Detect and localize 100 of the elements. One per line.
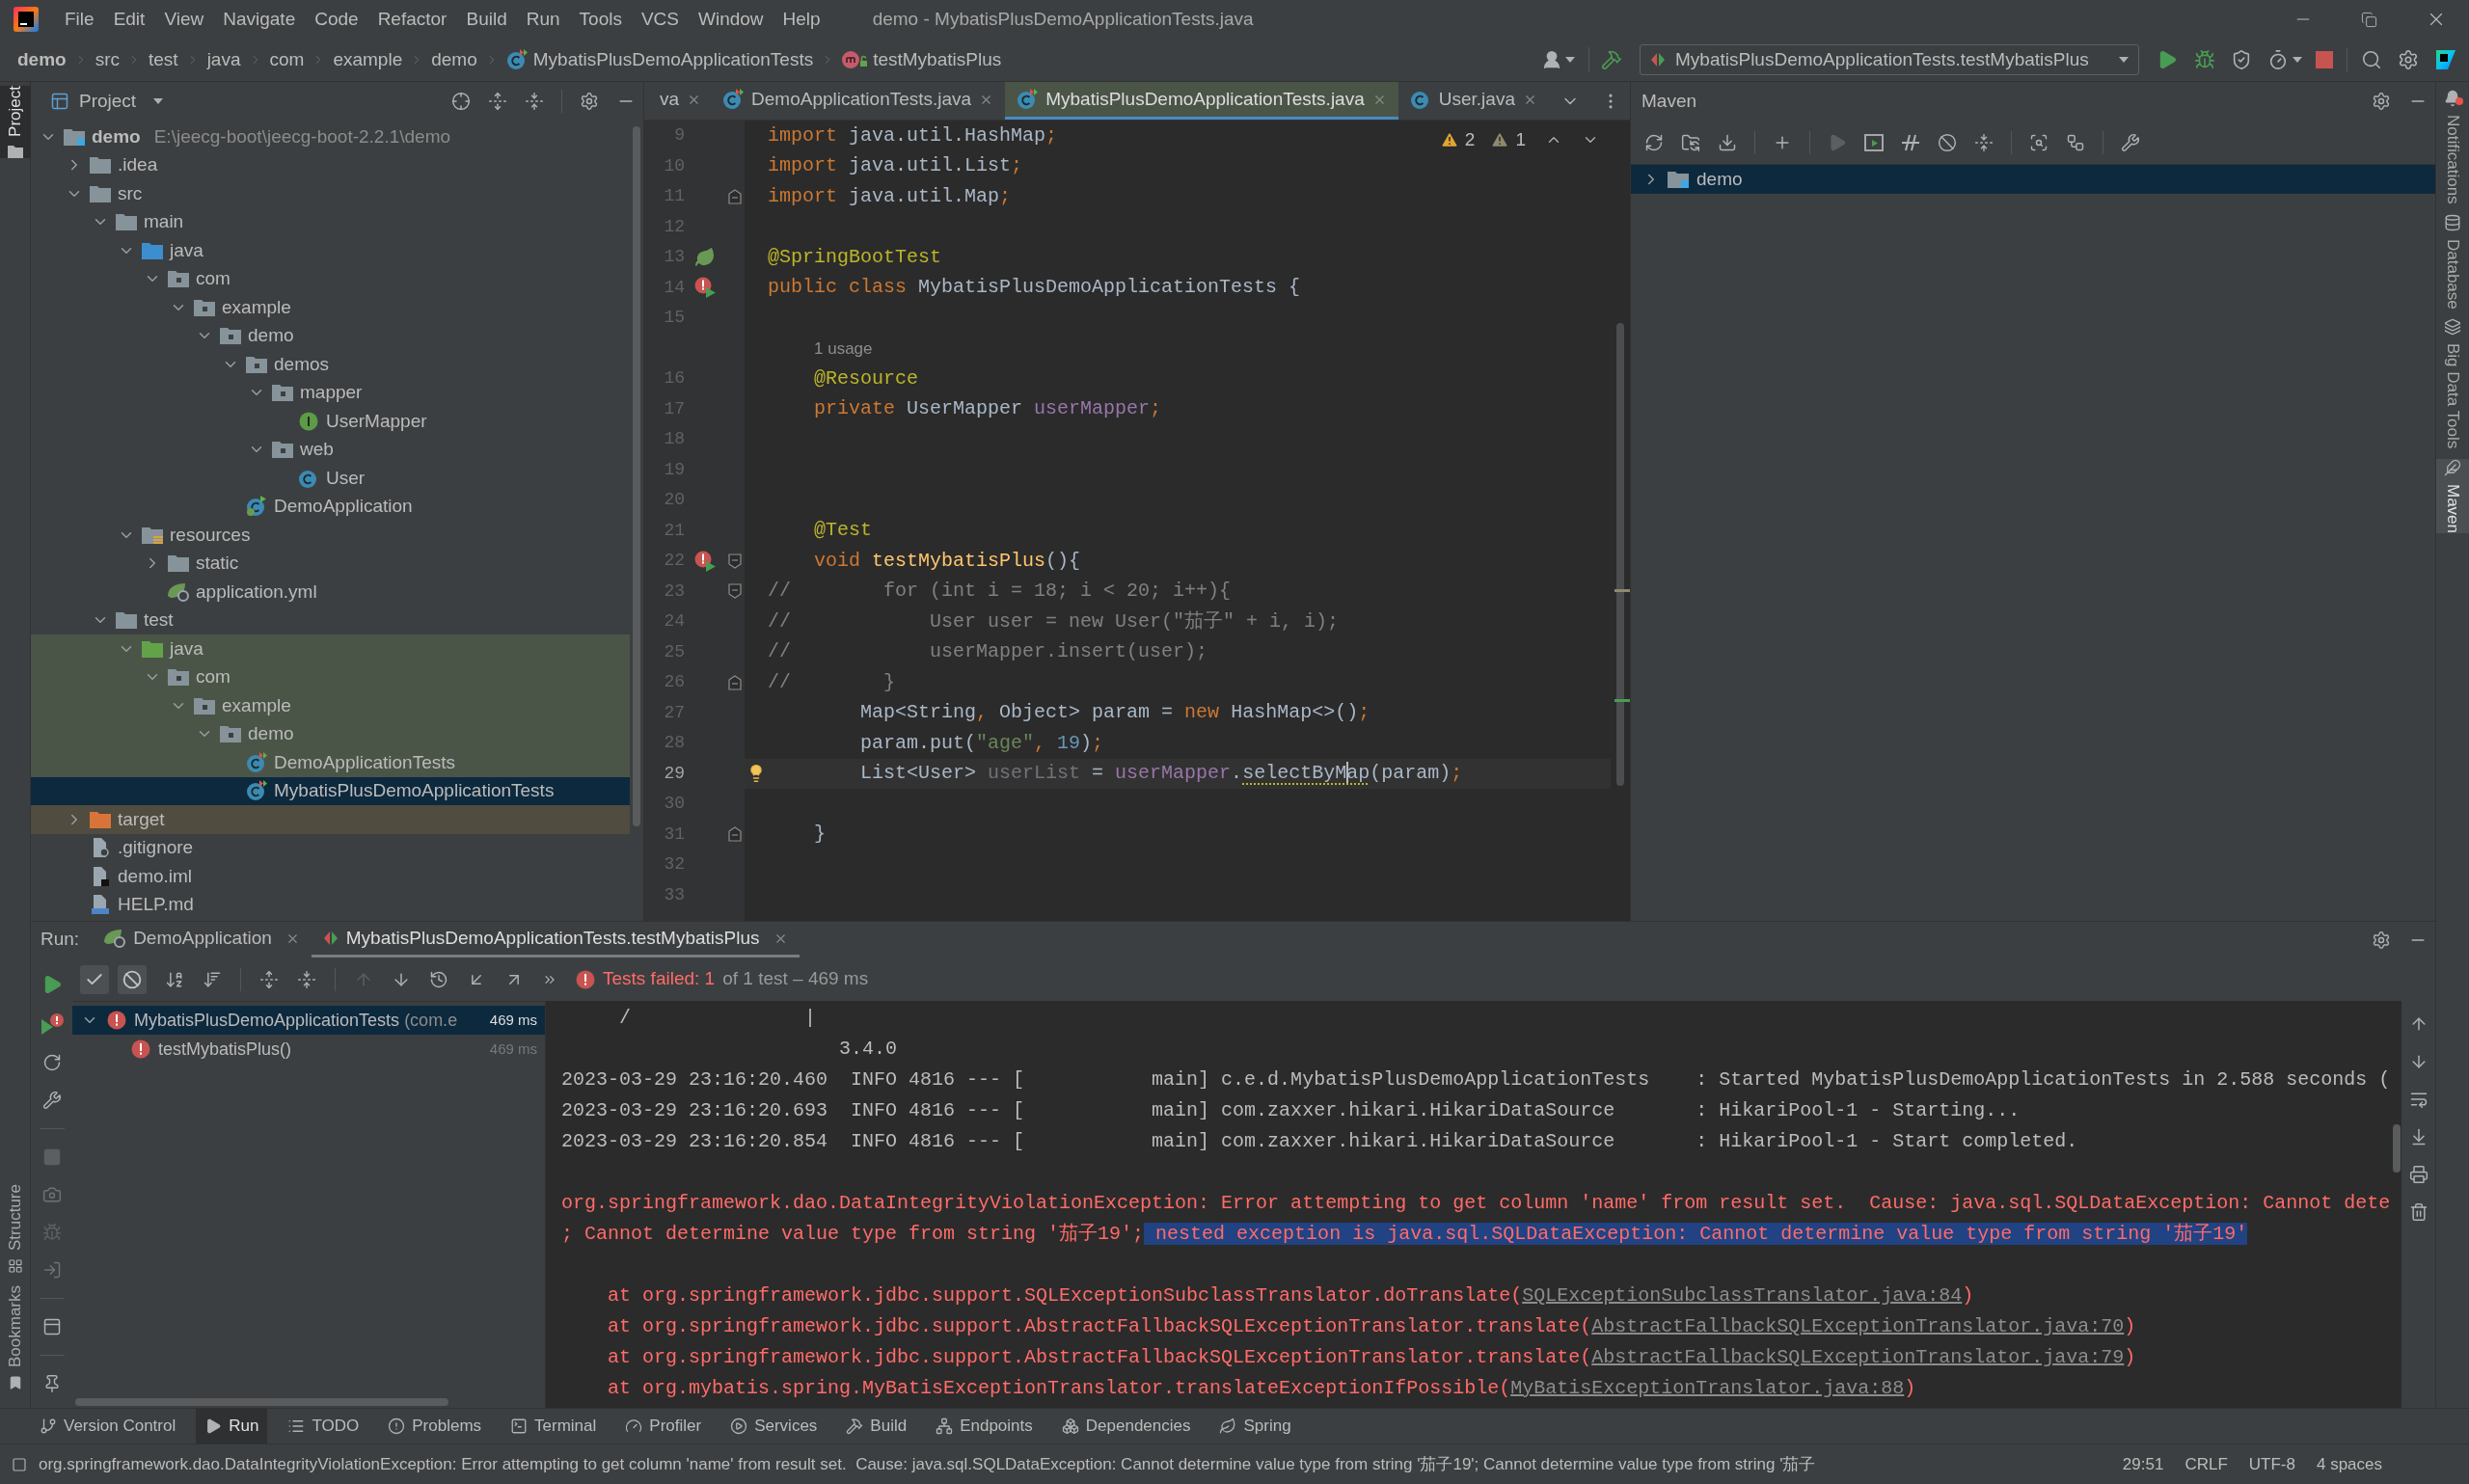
fold-marker-icon[interactable] [728, 674, 742, 690]
tree-item[interactable]: .idea [31, 150, 630, 179]
breadcrumb[interactable]: test [149, 45, 178, 74]
collapse-all-icon[interactable] [297, 969, 316, 989]
tree-item[interactable]: application.yml [31, 578, 630, 607]
tree-item[interactable]: java [31, 236, 630, 265]
tree-item[interactable]: test [31, 606, 630, 634]
source-link[interactable]: AbstractFallbackSQLExceptionTranslator.java:79 [1591, 1346, 2125, 1368]
tree-item[interactable]: web [31, 435, 630, 464]
breadcrumb[interactable]: demo [431, 45, 477, 74]
expand-all-icon[interactable] [488, 92, 507, 111]
run-error-icon[interactable] [694, 277, 716, 299]
tool-window-tab[interactable]: Services [721, 1409, 827, 1444]
reload-icon[interactable] [1644, 132, 1664, 152]
settings-icon[interactable] [2372, 930, 2391, 950]
tree-item[interactable]: DemoApplicationTests [31, 748, 630, 777]
debug-icon[interactable] [2194, 49, 2215, 70]
tool-window-tab[interactable]: Maven [2436, 458, 2469, 533]
source-link[interactable]: AbstractFallbackSQLExceptionTranslator.java:70 [1591, 1315, 2125, 1337]
line-separator[interactable]: CRLF [2184, 1451, 2228, 1477]
usage-hint[interactable]: 1 usage [814, 336, 873, 361]
layout-icon[interactable] [41, 1317, 62, 1336]
tool-window-tab[interactable]: Build [837, 1409, 916, 1444]
tree-item[interactable]: UserMapper [31, 407, 630, 436]
tree-item[interactable]: com [31, 662, 630, 691]
source-link[interactable]: MyBatisExceptionTranslator.java:88 [1510, 1377, 1905, 1399]
play-icon[interactable] [204, 1417, 223, 1435]
menu-item[interactable]: Build [456, 0, 517, 39]
user-icon[interactable] [1541, 49, 1562, 70]
alert-circle-icon[interactable] [388, 1417, 406, 1435]
tree-item[interactable]: static [31, 549, 630, 578]
tool-window-tab[interactable]: Run [196, 1409, 268, 1444]
tree-item[interactable]: demos [31, 350, 630, 379]
tree-item[interactable]: MybatisPlusDemoApplicationTests [31, 776, 630, 805]
settings-icon[interactable] [580, 92, 599, 111]
layers-icon[interactable] [2444, 318, 2461, 337]
play-error-icon[interactable] [40, 1013, 64, 1035]
tool-window-tab[interactable]: Structure [0, 1184, 31, 1274]
timer-icon[interactable] [2267, 49, 2289, 70]
magnifier-icon[interactable] [2029, 132, 2048, 152]
expand-all-icon[interactable] [259, 969, 279, 989]
database-icon[interactable] [2444, 213, 2461, 231]
tree-item[interactable]: src [31, 179, 630, 208]
wrap-text-icon[interactable] [2408, 1090, 2428, 1109]
window-play-icon[interactable] [1864, 133, 1884, 151]
menu-item[interactable]: Tools [569, 0, 632, 39]
fold-marker-icon[interactable] [728, 553, 742, 569]
settings-icon[interactable] [2372, 92, 2391, 111]
warning-count[interactable]: 2 [1464, 126, 1476, 154]
run-configuration-selector[interactable]: MybatisPlusDemoApplicationTests.testMybatisPlus [1640, 44, 2139, 75]
diagram-icon[interactable] [2066, 132, 2085, 152]
hammer-icon[interactable] [846, 1417, 864, 1435]
menu-item[interactable]: View [154, 0, 214, 39]
history-icon[interactable] [429, 969, 448, 989]
file-encoding[interactable]: UTF-8 [2248, 1451, 2295, 1477]
editor-tab[interactable]: va [644, 82, 712, 120]
fold-marker-icon[interactable] [728, 583, 742, 600]
tree-item[interactable]: mapper [31, 378, 630, 407]
rotate-icon[interactable] [41, 1053, 62, 1072]
indent-setting[interactable]: 4 spaces [2316, 1451, 2382, 1477]
hammer-icon[interactable] [1601, 49, 1622, 70]
collapse-all-icon[interactable] [1974, 132, 1994, 152]
tool-window-tab[interactable]: Bookmarks [0, 1284, 31, 1390]
breadcrumb[interactable]: testMybatisPlus [842, 45, 1002, 74]
scrollbar-thumb[interactable] [2393, 1124, 2401, 1173]
tree-item[interactable]: HELP.md [31, 890, 630, 919]
process-tab[interactable]: MybatisPlusDemoApplicationTests.testMybatisPlus [311, 922, 800, 958]
terminal-icon[interactable] [510, 1417, 529, 1435]
search-icon[interactable] [2361, 49, 2382, 70]
fold-marker-icon[interactable] [728, 826, 742, 843]
run-error-icon[interactable] [694, 550, 716, 572]
tree-item[interactable]: demo E:\jeecg-boot\jeecg-boot-2.2.1\demo [31, 122, 630, 151]
shield-icon[interactable] [2231, 49, 2252, 70]
wrench-icon[interactable] [2121, 132, 2140, 152]
view-selector[interactable]: Project [79, 87, 164, 116]
tree-item[interactable]: demo [31, 321, 630, 350]
tool-window-tab[interactable]: Endpoints [927, 1409, 1042, 1444]
scrollbar-thumb[interactable] [1616, 323, 1624, 786]
tool-window-tab[interactable]: TODO [279, 1409, 368, 1444]
menu-item[interactable]: Help [773, 0, 830, 39]
tool-window-tab[interactable]: Terminal [502, 1409, 606, 1444]
source-link[interactable]: SQLExceptionSubclassTranslator.java:84 [1522, 1284, 1963, 1307]
tool-window-tab[interactable]: Big Data Tools [2436, 318, 2469, 449]
breadcrumb[interactable]: MybatisPlusDemoApplicationTests [505, 45, 814, 74]
crosshair-icon[interactable] [451, 92, 471, 111]
leaf-icon[interactable] [1219, 1417, 1237, 1435]
tree-item[interactable]: DemoApplication [31, 492, 630, 521]
menu-item[interactable]: Edit [103, 0, 155, 39]
branch-icon[interactable] [40, 1417, 57, 1435]
caret-down-icon[interactable] [1565, 57, 1575, 63]
settings-icon[interactable] [2398, 49, 2419, 70]
tree-item[interactable]: example [31, 293, 630, 322]
tree-item[interactable]: target [31, 805, 630, 834]
breadcrumb[interactable]: example [333, 45, 403, 74]
fold-marker-icon[interactable] [728, 188, 742, 204]
scrollbar-thumb[interactable] [633, 126, 640, 826]
tree-item[interactable]: demo [31, 719, 630, 748]
folder-sync-icon[interactable] [1681, 132, 1700, 152]
tree-item[interactable]: demo [1631, 165, 2435, 194]
collapse-all-icon[interactable] [525, 92, 544, 111]
